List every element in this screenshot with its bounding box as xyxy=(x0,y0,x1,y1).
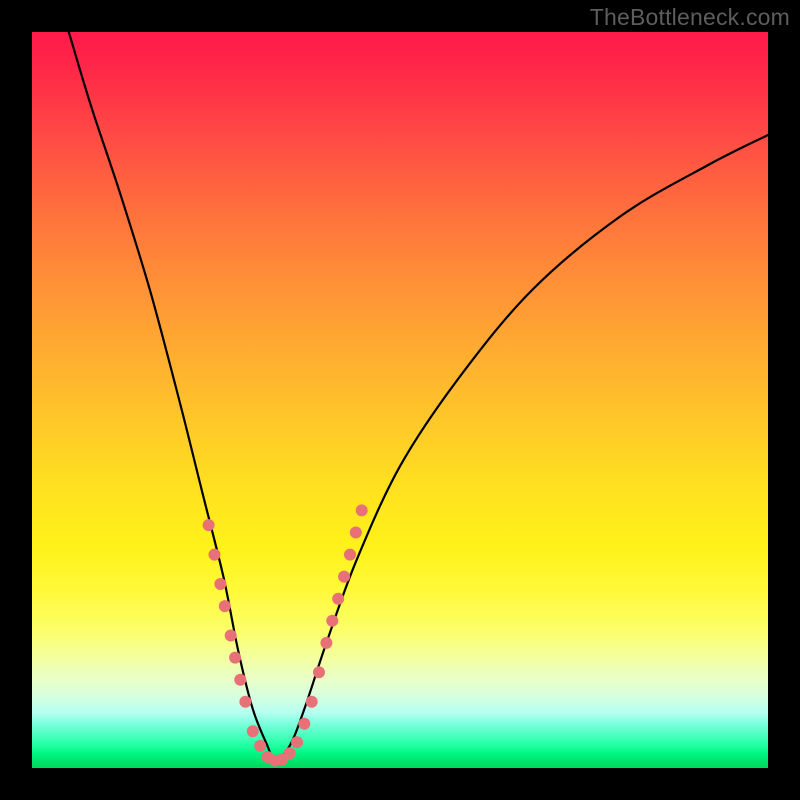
data-point xyxy=(234,674,246,686)
data-point xyxy=(350,527,362,539)
data-point xyxy=(326,615,338,627)
data-point xyxy=(209,549,221,561)
data-point xyxy=(306,696,318,708)
data-point xyxy=(313,666,325,678)
plot-area xyxy=(32,32,768,768)
data-point xyxy=(344,549,356,561)
chart-svg xyxy=(32,32,768,768)
data-point xyxy=(338,571,350,583)
data-points-group xyxy=(203,504,368,766)
data-point xyxy=(214,578,226,590)
data-point xyxy=(291,736,303,748)
data-point xyxy=(254,740,266,752)
data-point xyxy=(225,630,237,642)
data-point xyxy=(356,504,368,516)
data-point xyxy=(239,696,251,708)
data-point xyxy=(320,637,332,649)
data-point xyxy=(247,725,259,737)
data-point xyxy=(284,747,296,759)
data-point xyxy=(229,652,241,664)
data-point xyxy=(219,600,231,612)
data-point xyxy=(203,519,215,531)
chart-frame: TheBottleneck.com xyxy=(0,0,800,800)
bottleneck-curve xyxy=(69,32,768,761)
data-point xyxy=(332,593,344,605)
watermark-text: TheBottleneck.com xyxy=(590,4,790,31)
data-point xyxy=(298,718,310,730)
